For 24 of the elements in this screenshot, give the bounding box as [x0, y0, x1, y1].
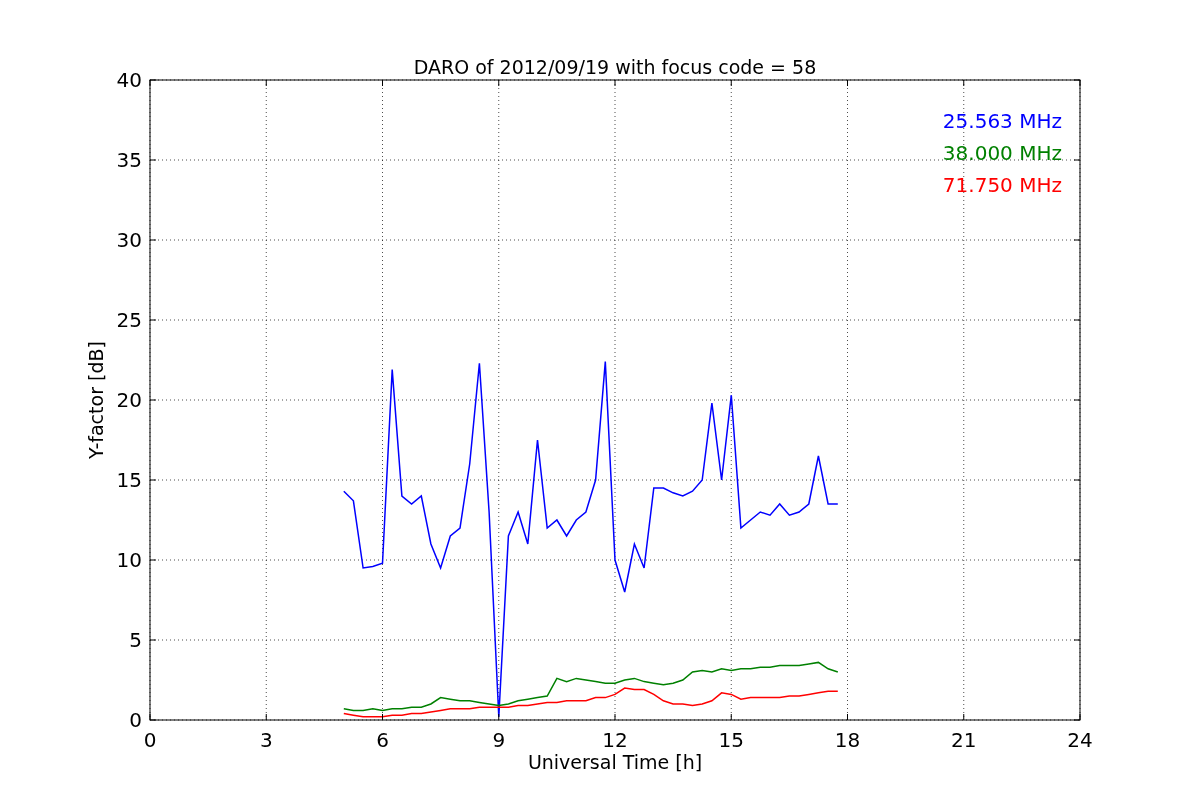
y-tick-label: 30 — [116, 228, 142, 252]
x-axis-label: Universal Time [h] — [527, 751, 703, 773]
legend-label: 71.750 MHz — [942, 173, 1062, 197]
y-tick-label: 15 — [116, 468, 142, 492]
y-axis-label: Y-factor [dB] — [85, 341, 107, 459]
x-tick-label: 24 — [1067, 728, 1093, 752]
y-tick-label: 5 — [129, 628, 142, 652]
y-tick-label: 35 — [116, 148, 142, 172]
y-tick-label: 0 — [129, 708, 142, 732]
y-tick-label: 20 — [116, 388, 142, 412]
x-tick-label: 6 — [376, 728, 389, 752]
x-tick-label: 21 — [951, 728, 977, 752]
x-tick-label: 9 — [492, 728, 506, 752]
y-tick-label: 40 — [116, 68, 142, 92]
x-tick-label: 0 — [143, 728, 157, 752]
x-tick-label: 15 — [718, 728, 744, 752]
y-tick-label: 25 — [116, 308, 142, 332]
x-tick-label: 18 — [834, 728, 861, 752]
y-tick-label: 10 — [116, 548, 142, 572]
chart-title: DARO of 2012/09/19 with focus code = 58 — [413, 56, 817, 78]
x-tick-label: 12 — [602, 728, 628, 752]
legend-label: 38.000 MHz — [942, 141, 1062, 165]
legend-label: 25.563 MHz — [942, 109, 1062, 133]
x-tick-label: 3 — [259, 728, 273, 752]
